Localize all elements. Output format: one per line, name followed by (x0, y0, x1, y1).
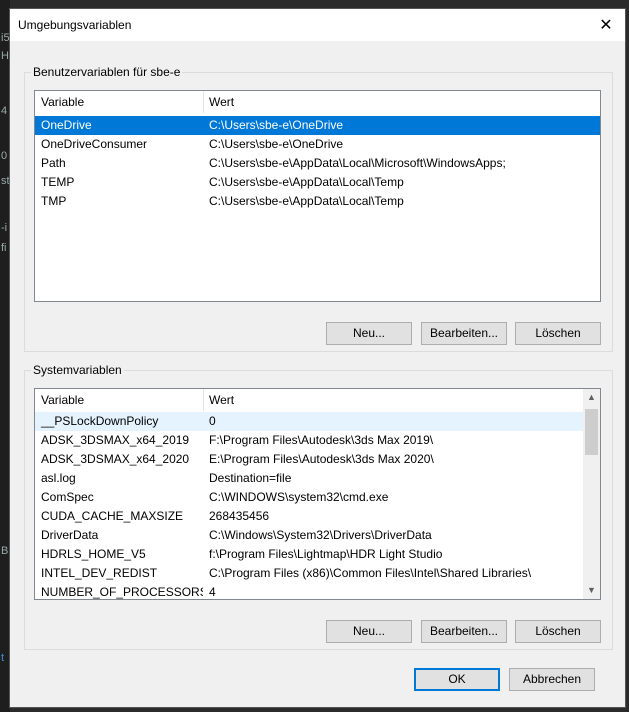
variable-value: C:\Program Files (x86)\Common Files\Inte… (209, 566, 532, 580)
variable-value: C:\Windows\System32\Drivers\DriverData (209, 528, 432, 542)
system-var-row[interactable]: ComSpec C:\WINDOWS\system32\cmd.exe (35, 488, 583, 507)
variable-value: 268435456 (209, 509, 270, 523)
system-var-row[interactable]: HDRLS_HOME_V5 f:\Program Files\Lightmap\… (35, 545, 583, 564)
user-new-button[interactable]: Neu... (326, 322, 412, 345)
ok-button[interactable]: OK (414, 668, 500, 691)
variable-value: F:\Program Files\Autodesk\3ds Max 2019\ (209, 433, 434, 447)
user-var-row[interactable]: TMP C:\Users\sbe-e\AppData\Local\Temp (35, 192, 600, 211)
bg-text-fragment: B (1, 545, 9, 557)
system-var-row[interactable]: CUDA_CACHE_MAXSIZE 268435456 (35, 507, 583, 526)
variable-name: Path (41, 156, 66, 170)
variable-name: TEMP (41, 175, 75, 189)
system-var-row[interactable]: NUMBER_OF_PROCESSORS 4 (35, 583, 583, 599)
chevron-down-icon: ▼ (587, 585, 596, 595)
bg-text-fragment: fi (1, 242, 7, 254)
close-icon: ✕ (599, 17, 613, 34)
column-header-label: Variable (41, 393, 85, 407)
user-variables-label: Benutzervariablen für sbe-e (31, 65, 183, 79)
title-bar: Umgebungsvariablen ✕ (10, 9, 625, 41)
column-header-value[interactable]: Wert (203, 91, 593, 113)
user-variables-list[interactable]: Variable Wert OneDrive C:\Users\sbe-e\On… (34, 90, 601, 302)
variable-name: __PSLockDownPolicy (41, 414, 159, 428)
column-header-label: Variable (41, 95, 85, 109)
variable-name: DriverData (41, 528, 99, 542)
variable-name: HDRLS_HOME_V5 (41, 547, 146, 561)
user-delete-button[interactable]: Löschen (515, 322, 601, 345)
variable-value: C:\Users\sbe-e\OneDrive (209, 137, 344, 151)
chevron-up-icon: ▲ (587, 392, 596, 402)
variable-value: f:\Program Files\Lightmap\HDR Light Stud… (209, 547, 443, 561)
variable-name: CUDA_CACHE_MAXSIZE (41, 509, 184, 523)
column-header-value[interactable]: Wert (203, 389, 583, 411)
bg-text-fragment: -i (1, 222, 8, 234)
bg-text-fragment: 0 (1, 150, 8, 162)
system-variables-group: Systemvariablen Variable Wert __PSLockDo… (24, 363, 613, 650)
user-variables-group: Benutzervariablen für sbe-e Variable Wer… (24, 65, 613, 352)
variable-name: asl.log (41, 471, 76, 485)
scrollbar-thumb[interactable] (585, 409, 598, 455)
bg-text-fragment: t (1, 652, 5, 664)
variable-value: Destination=file (209, 471, 292, 485)
system-list-header: Variable Wert (35, 389, 600, 411)
vertical-scrollbar[interactable]: ▲ ▼ (583, 389, 600, 599)
scroll-up-button[interactable]: ▲ (583, 389, 600, 406)
column-header-variable[interactable]: Variable (35, 91, 203, 113)
user-list-header: Variable Wert (35, 91, 600, 113)
column-header-label: Wert (209, 95, 235, 109)
system-var-row[interactable]: DriverData C:\Windows\System32\Drivers\D… (35, 526, 583, 545)
system-var-row[interactable]: asl.log Destination=file (35, 469, 583, 488)
system-variables-list[interactable]: Variable Wert __PSLockDownPolicy 0 ADSK_… (34, 388, 601, 600)
variable-name: ADSK_3DSMAX_x64_2019 (41, 433, 190, 447)
system-new-button[interactable]: Neu... (326, 620, 412, 643)
variable-value: C:\WINDOWS\system32\cmd.exe (209, 490, 389, 504)
variable-value: C:\Users\sbe-e\AppData\Local\Temp (209, 194, 404, 208)
user-var-row[interactable]: OneDrive C:\Users\sbe-e\OneDrive (35, 116, 600, 135)
system-edit-button[interactable]: Bearbeiten... (421, 620, 507, 643)
bg-text-fragment: 4 (1, 105, 8, 117)
system-var-row[interactable]: __PSLockDownPolicy 0 (35, 412, 583, 431)
variable-value: C:\Users\sbe-e\AppData\Local\Microsoft\W… (209, 156, 506, 170)
column-header-variable[interactable]: Variable (35, 389, 203, 411)
user-var-row[interactable]: TEMP C:\Users\sbe-e\AppData\Local\Temp (35, 173, 600, 192)
variable-value: 0 (209, 414, 216, 428)
variable-value: C:\Users\sbe-e\OneDrive (209, 118, 344, 132)
variable-name: INTEL_DEV_REDIST (41, 566, 158, 580)
system-var-row[interactable]: ADSK_3DSMAX_x64_2020 E:\Program Files\Au… (35, 450, 583, 469)
variable-value: C:\Users\sbe-e\AppData\Local\Temp (209, 175, 404, 189)
dialog-title: Umgebungsvariablen (18, 18, 132, 32)
scroll-down-button[interactable]: ▼ (583, 582, 600, 599)
variable-name: OneDrive (41, 118, 92, 132)
variable-name: NUMBER_OF_PROCESSORS (41, 585, 203, 599)
user-var-row[interactable]: OneDriveConsumer C:\Users\sbe-e\OneDrive (35, 135, 600, 154)
user-edit-button[interactable]: Bearbeiten... (421, 322, 507, 345)
variable-value: E:\Program Files\Autodesk\3ds Max 2020\ (209, 452, 434, 466)
system-var-row[interactable]: INTEL_DEV_REDIST C:\Program Files (x86)\… (35, 564, 583, 583)
variable-name: ADSK_3DSMAX_x64_2020 (41, 452, 190, 466)
system-var-row[interactable]: ADSK_3DSMAX_x64_2019 F:\Program Files\Au… (35, 431, 583, 450)
variable-name: ComSpec (41, 490, 94, 504)
system-delete-button[interactable]: Löschen (515, 620, 601, 643)
variable-name: OneDriveConsumer (41, 137, 148, 151)
system-variables-label: Systemvariablen (31, 363, 124, 377)
environment-variables-dialog: Umgebungsvariablen ✕ Benutzervariablen f… (9, 8, 626, 708)
close-button[interactable]: ✕ (591, 11, 621, 39)
column-header-label: Wert (209, 393, 235, 407)
user-var-row[interactable]: Path C:\Users\sbe-e\AppData\Local\Micros… (35, 154, 600, 173)
variable-name: TMP (41, 194, 67, 208)
cancel-button[interactable]: Abbrechen (509, 668, 595, 691)
variable-value: 4 (209, 585, 216, 599)
